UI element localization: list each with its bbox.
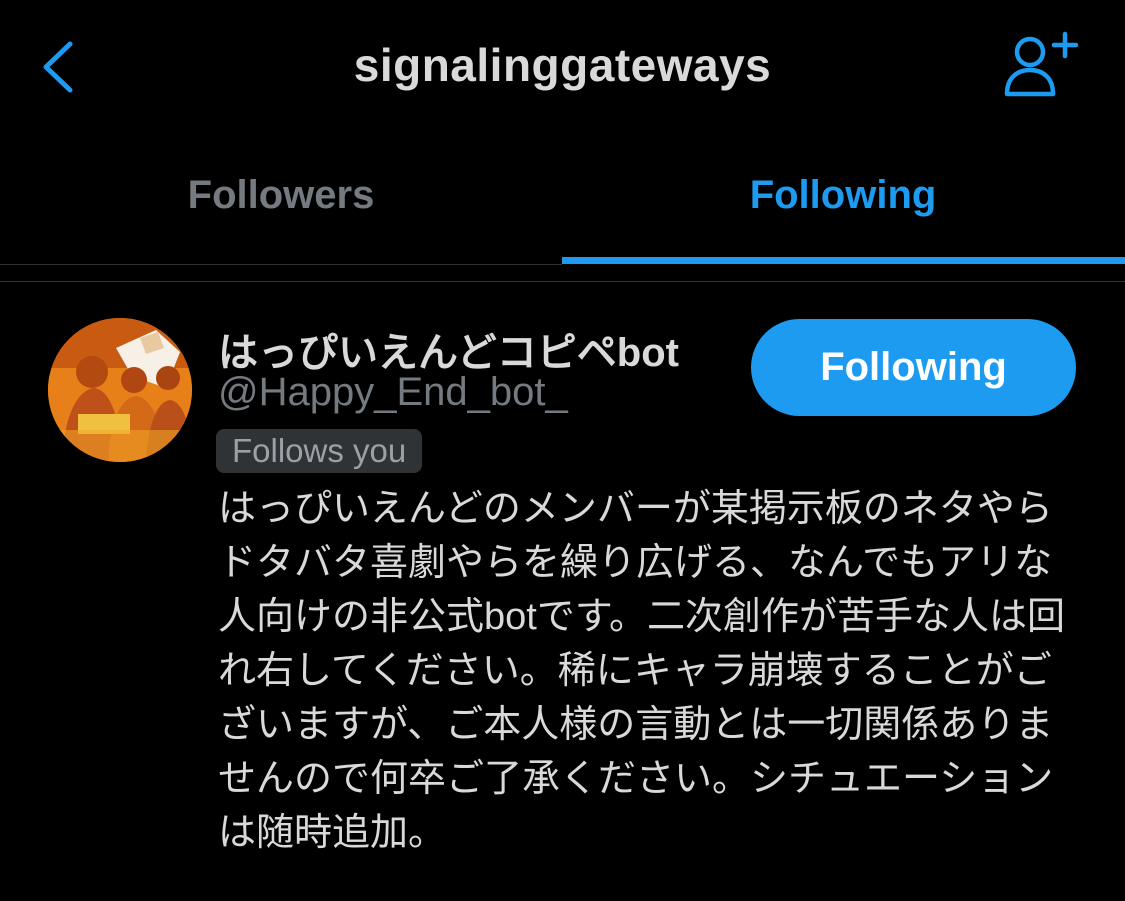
user-list-item[interactable]: はっぴいえんどコピペbot @Happy_End_bot_ Follows yo… <box>0 282 1125 901</box>
tab-bar: Followers Following <box>0 135 1125 265</box>
tab-divider <box>0 264 562 265</box>
following-button[interactable]: Following <box>751 319 1076 416</box>
avatar-image <box>48 318 192 462</box>
follows-you-badge: Follows you <box>216 429 423 473</box>
tab-following[interactable]: Following <box>562 173 1124 218</box>
add-user-button[interactable] <box>998 30 1082 100</box>
user-bio: はっぴいえんどのメンバーが某掲示板のネタやらドタバタ喜劇やらを繰り広げる、なんで… <box>218 488 1066 854</box>
user-handle: @Happy_End_bot_ <box>218 370 568 414</box>
top-nav-bar: signalinggateways <box>0 0 1125 135</box>
avatar[interactable] <box>48 318 192 462</box>
tab-followers[interactable]: Followers <box>0 173 562 218</box>
active-tab-indicator <box>562 257 1125 264</box>
person-plus-icon <box>1004 31 1079 97</box>
page-title: signalinggateways <box>353 39 772 91</box>
